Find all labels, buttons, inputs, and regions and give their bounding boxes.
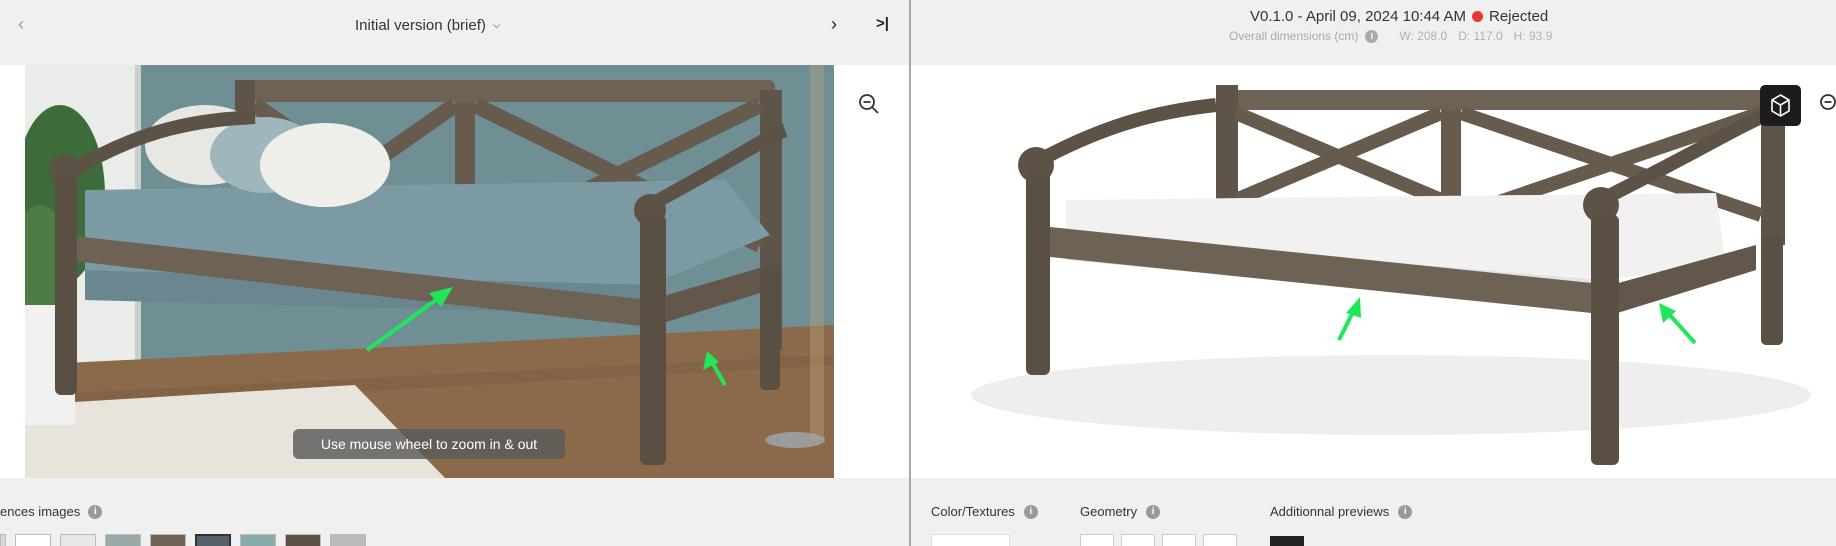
geometry-thumbnails xyxy=(1080,534,1237,546)
reference-panel: ‹ Initial version (brief) ⌵ › >| Use mou… xyxy=(0,0,909,546)
color-swatch[interactable] xyxy=(931,534,1010,546)
render-panel: V0.1.0 - April 09, 2024 10:44 AM Rejecte… xyxy=(911,0,1836,546)
reference-thumbnail[interactable] xyxy=(150,534,186,546)
dimension-height: H: 93.9 xyxy=(1513,29,1553,43)
render-preview xyxy=(911,65,1836,478)
skip-to-last-icon: >| xyxy=(876,15,889,32)
reference-thumbnail[interactable] xyxy=(0,534,6,546)
version-dropdown[interactable]: Initial version (brief) ⌵ xyxy=(355,14,500,36)
reference-thumbnail[interactable] xyxy=(60,534,96,546)
geometry-thumbnail[interactable] xyxy=(1162,534,1196,546)
geometry-thumbnail[interactable] xyxy=(1080,534,1114,546)
chevron-down-icon: ⌵ xyxy=(492,19,501,31)
info-icon[interactable]: i xyxy=(1023,504,1038,519)
cube-icon xyxy=(1771,94,1790,117)
reference-image-viewer[interactable]: Use mouse wheel to zoom in & out xyxy=(0,65,909,478)
version-info: V0.1.0 - April 09, 2024 10:44 AM Rejecte… xyxy=(1250,8,1548,25)
render-image-viewer[interactable] xyxy=(911,65,1836,478)
geometry-section: Geometry i xyxy=(1080,504,1161,519)
status-indicator xyxy=(1471,11,1483,22)
dimension-width: W: 208.0 xyxy=(1399,29,1448,43)
reference-header: ‹ Initial version (brief) ⌵ › >| xyxy=(0,0,909,65)
zoom-out-icon[interactable] xyxy=(1819,93,1836,115)
dimension-depth: D: 117.0 xyxy=(1458,29,1503,43)
references-images-section: ences images i xyxy=(0,504,103,519)
info-icon[interactable]: i xyxy=(88,504,103,519)
previous-version-button[interactable]: ‹ xyxy=(18,14,34,34)
reference-thumbnail[interactable] xyxy=(285,534,321,546)
info-icon[interactable]: i xyxy=(1398,504,1413,519)
color-textures-section: Color/Textures i xyxy=(931,504,1038,519)
status-badge: Rejected xyxy=(1488,8,1549,25)
zoom-hint-tooltip: Use mouse wheel to zoom in & out xyxy=(293,429,565,459)
render-header: V0.1.0 - April 09, 2024 10:44 AM Rejecte… xyxy=(911,0,1836,65)
info-icon[interactable]: i xyxy=(1365,29,1379,43)
reference-thumbnail-selected[interactable] xyxy=(195,534,231,546)
additional-preview-thumbnail[interactable] xyxy=(1270,536,1304,546)
additional-previews-label: Additionnal previews xyxy=(1270,504,1390,519)
review-screen: ‹ Initial version (brief) ⌵ › >| Use mou… xyxy=(0,0,1836,546)
geometry-label: Geometry xyxy=(1080,504,1138,519)
geometry-thumbnail[interactable] xyxy=(1121,534,1155,546)
references-images-label: ences images xyxy=(0,504,81,519)
additional-previews-section: Additionnal previews i xyxy=(1270,504,1413,519)
dimensions-label: Overall dimensions (cm) xyxy=(1229,29,1359,43)
zoom-out-icon[interactable] xyxy=(858,93,880,115)
next-version-button[interactable]: › xyxy=(826,14,842,34)
version-dropdown-label: Initial version (brief) xyxy=(355,16,486,34)
geometry-thumbnail[interactable] xyxy=(1203,534,1237,546)
overall-dimensions: Overall dimensions (cm) i W: 208.0 D: 11… xyxy=(1229,29,1552,43)
last-version-button[interactable]: >| xyxy=(876,14,896,34)
version-timestamp: V0.1.0 - April 09, 2024 10:44 AM xyxy=(1250,8,1466,25)
chevron-right-icon: › xyxy=(831,14,837,34)
color-textures-label: Color/Textures xyxy=(931,504,1015,519)
reference-photo xyxy=(25,65,834,478)
reference-thumbnail[interactable] xyxy=(15,534,51,546)
reference-thumbnail[interactable] xyxy=(330,534,366,546)
render-footer: Color/Textures i Geometry i Additionnal … xyxy=(911,478,1836,546)
view-3d-button[interactable] xyxy=(1760,85,1801,126)
info-icon[interactable]: i xyxy=(1146,504,1161,519)
reference-thumbnails xyxy=(0,534,366,546)
reference-thumbnail[interactable] xyxy=(240,534,276,546)
reference-footer: ences images i xyxy=(0,478,909,546)
chevron-left-icon: ‹ xyxy=(18,14,24,34)
reference-thumbnail[interactable] xyxy=(105,534,141,546)
